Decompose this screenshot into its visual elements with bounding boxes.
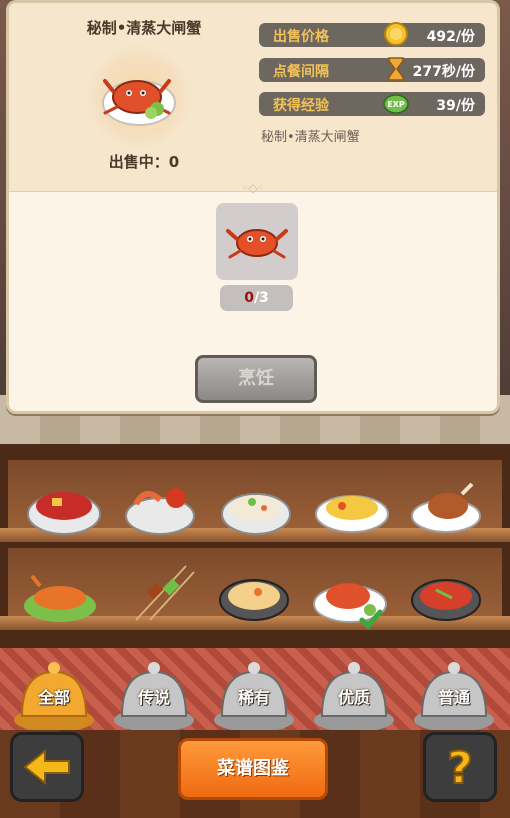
dish-spicy-stew[interactable] <box>406 566 486 630</box>
arrow-left-icon <box>23 748 70 786</box>
filter-label: 稀有 <box>237 688 270 707</box>
dish-steamed-crab-selected[interactable] <box>310 566 390 630</box>
filter-legendary[interactable]: 传说 <box>112 646 196 734</box>
cook-button[interactable]: 烹饪 <box>195 355 317 403</box>
stat-label: 获得经验 <box>273 98 329 114</box>
filter-normal[interactable]: 普通 <box>412 646 496 734</box>
selling-count: 出售中：0 <box>108 153 180 171</box>
stat-order-interval: 点餐间隔 277秒/份 <box>259 57 485 82</box>
stat-label: 点餐间隔 <box>273 64 329 80</box>
crab-icon <box>226 229 288 259</box>
dish-shrimp-crab[interactable] <box>120 474 200 538</box>
filter-rare[interactable]: 稀有 <box>212 646 296 734</box>
recipe-book-button[interactable]: 菜谱图鉴 <box>178 738 328 800</box>
stat-value: 39/份 <box>436 98 475 114</box>
ingredient-count: 0/3 <box>220 285 293 311</box>
divider-ornament: ◦◇◦ <box>241 181 265 195</box>
help-button[interactable]: ? <box>423 732 497 802</box>
filter-label: 优质 <box>337 688 370 707</box>
dish-soup-pot[interactable] <box>214 566 294 630</box>
steamed-crab-dish-icon <box>102 79 176 126</box>
filter-all[interactable]: 全部 <box>12 646 96 734</box>
dish-lobster-platter[interactable] <box>20 562 100 626</box>
stat-value: 277秒/份 <box>412 64 475 80</box>
filter-label: 普通 <box>437 688 470 707</box>
stat-label: 出售价格 <box>273 29 329 45</box>
dish-image <box>87 45 191 149</box>
dish-skewers[interactable] <box>122 560 202 624</box>
dish-roast-chicken[interactable] <box>406 474 486 538</box>
filter-label: 传说 <box>137 688 170 707</box>
filter-label: 全部 <box>37 688 70 707</box>
stat-value: 492/份 <box>426 29 475 45</box>
ingredient-need: /3 <box>253 290 269 306</box>
dish-egg-scramble[interactable] <box>312 474 392 538</box>
dish-veg-soup[interactable] <box>216 474 296 538</box>
svg-text:?: ? <box>447 743 473 794</box>
gold-coin-icon <box>384 22 408 46</box>
filter-quality[interactable]: 优质 <box>312 646 396 734</box>
dish-title: 秘制•清蒸大闸蟹 <box>86 19 202 37</box>
back-button[interactable] <box>10 732 84 802</box>
svg-text:EXP: EXP <box>387 100 405 109</box>
dish-detail-popup: ◦◇◦ 秘制•清蒸大闸蟹 出售中：0 出售价格 492/份 点餐间隔 277秒/… <box>6 0 500 414</box>
ingredient-have: 0 <box>244 290 254 306</box>
ingredient-slot[interactable] <box>216 203 298 280</box>
dish-meat-stew[interactable] <box>24 474 104 538</box>
question-icon: ? <box>446 742 474 795</box>
stat-experience: 获得经验 EXP 39/份 <box>259 92 485 116</box>
exp-icon: EXP <box>383 94 409 114</box>
hourglass-icon <box>388 57 404 81</box>
stat-sale-price: 出售价格 492/份 <box>259 22 485 47</box>
recipe-subtitle: 秘制•清蒸大闸蟹 <box>261 130 360 145</box>
